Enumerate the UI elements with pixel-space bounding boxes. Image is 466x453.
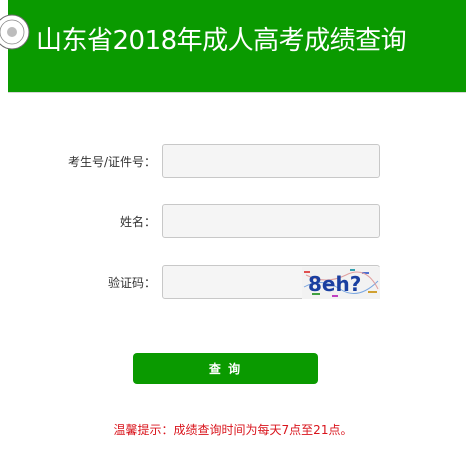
candidate-id-label: 考生号/证件号： (67, 155, 156, 169)
candidate-id-input[interactable] (162, 144, 380, 178)
score-query-page: 山东省2018年成人高考成绩查询 考生号/证件号： 姓名： 验证码： 8eh? … (0, 0, 466, 453)
page-header: 山东省2018年成人高考成绩查询 (0, 0, 466, 93)
page-title: 山东省2018年成人高考成绩查询 (36, 26, 407, 56)
notice-text: 温馨提示：成绩查询时间为每天7点至21点。 (113, 423, 353, 437)
query-button[interactable]: 查 询 (133, 353, 318, 384)
name-label: 姓名： (119, 215, 156, 229)
seal-emblem-icon (0, 14, 30, 50)
verification-code-label: 验证码： (107, 276, 156, 290)
name-input[interactable] (162, 204, 380, 238)
captcha-text: 8eh? (308, 272, 361, 296)
captcha-image[interactable]: 8eh? (302, 267, 380, 299)
